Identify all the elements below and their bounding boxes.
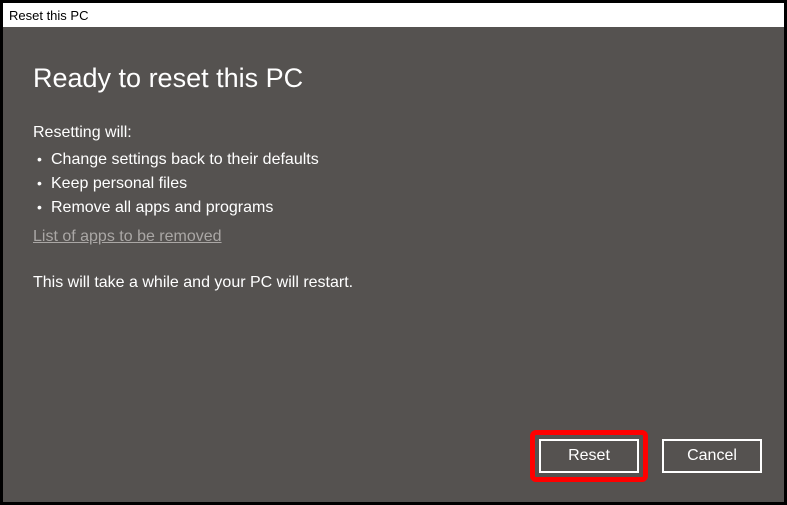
dialog-content: Ready to reset this PC Resetting will: C… bbox=[3, 27, 784, 502]
reset-pc-window: Reset this PC Ready to reset this PC Res… bbox=[0, 0, 787, 505]
list-item: Remove all apps and programs bbox=[33, 196, 754, 220]
subheading: Resetting will: bbox=[33, 124, 754, 142]
list-item: Change settings back to their defaults bbox=[33, 148, 754, 172]
apps-removed-link[interactable]: List of apps to be removed bbox=[33, 228, 754, 246]
window-title: Reset this PC bbox=[9, 8, 88, 23]
button-bar: Reset Cancel bbox=[530, 430, 762, 482]
highlight-annotation: Reset bbox=[530, 430, 648, 482]
reset-button[interactable]: Reset bbox=[539, 439, 639, 473]
page-title: Ready to reset this PC bbox=[33, 63, 754, 94]
restart-note: This will take a while and your PC will … bbox=[33, 274, 754, 292]
reset-actions-list: Change settings back to their defaults K… bbox=[33, 148, 754, 220]
list-item: Keep personal files bbox=[33, 172, 754, 196]
window-titlebar: Reset this PC bbox=[3, 3, 784, 27]
cancel-button[interactable]: Cancel bbox=[662, 439, 762, 473]
